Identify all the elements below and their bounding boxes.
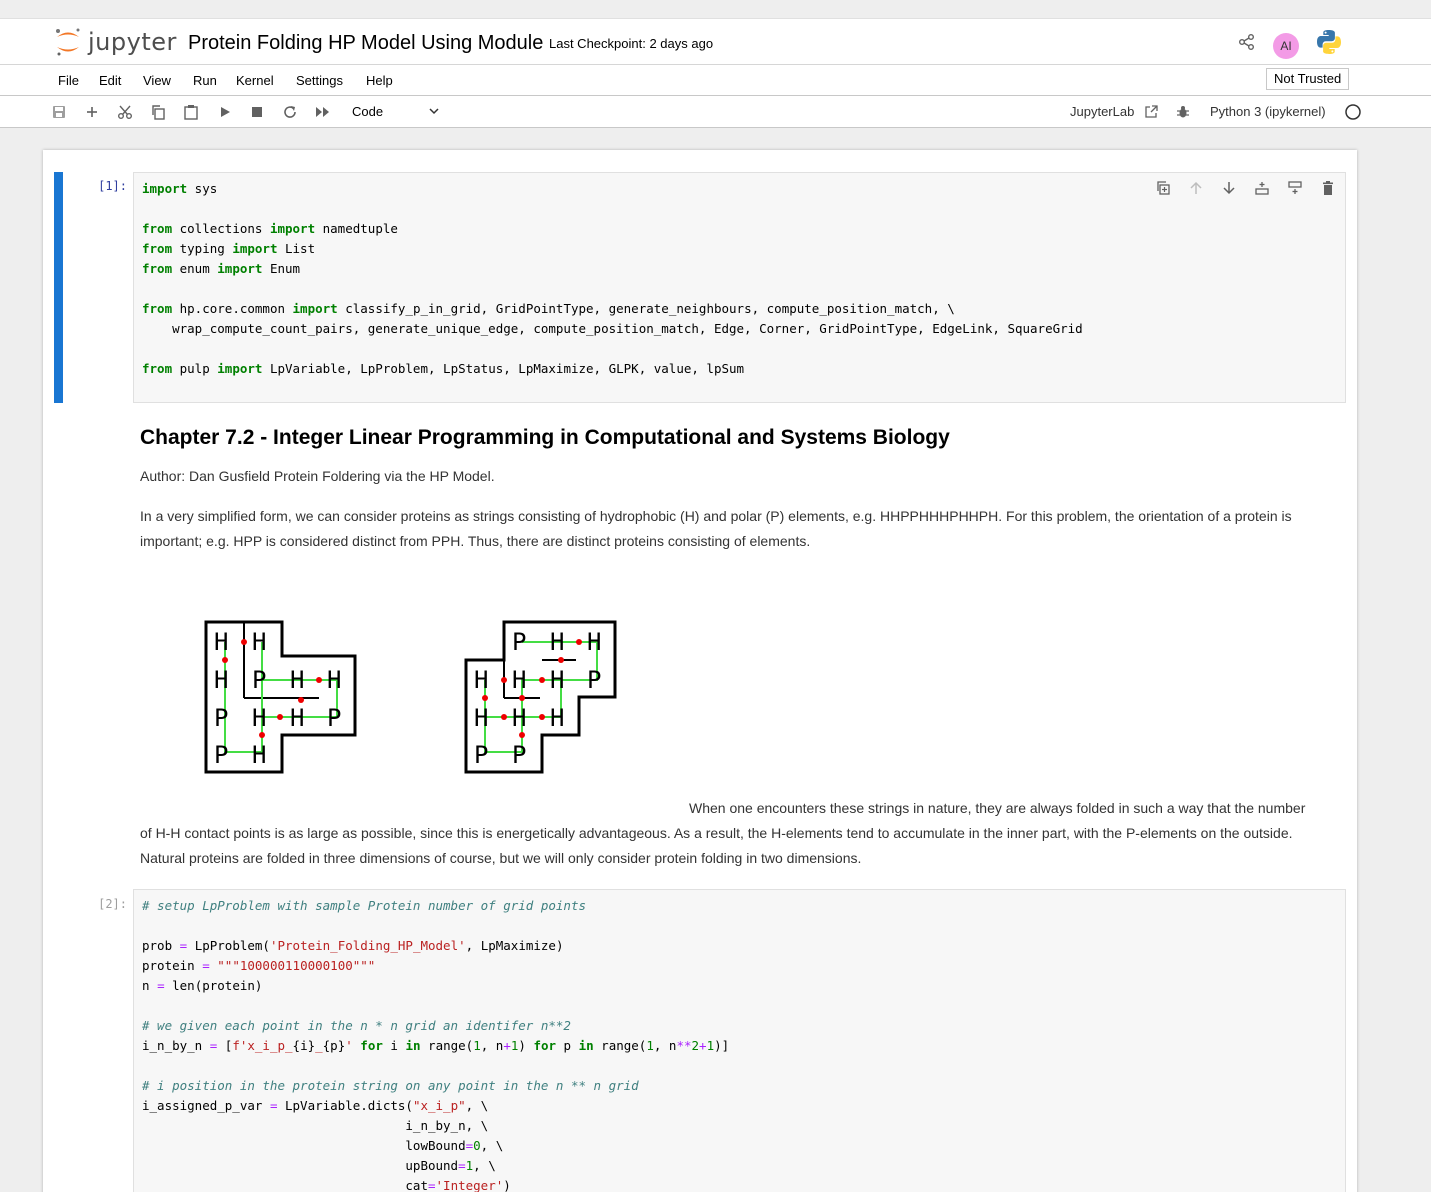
markdown-cell[interactable]: Chapter 7.2 - Integer Linear Programming… — [140, 426, 1330, 866]
code-cell-1-source: import sys from collections import named… — [142, 181, 1083, 376]
jupyterlab-link[interactable]: JupyterLab — [1070, 104, 1134, 119]
svg-text:H: H — [252, 704, 266, 732]
cell-2-prompt: [2]: — [98, 897, 127, 911]
svg-text:H: H — [252, 628, 266, 656]
code-cell-2-source: # setup LpProblem with sample Protein nu… — [142, 898, 730, 1192]
svg-text:P: P — [214, 704, 228, 732]
svg-text:H: H — [587, 628, 601, 656]
kernel-name[interactable]: Python 3 (ipykernel) — [1210, 104, 1326, 119]
user-avatar[interactable]: AI — [1273, 33, 1299, 59]
cell-action-toolbar — [1154, 179, 1337, 197]
svg-text:H: H — [290, 704, 304, 732]
insert-above-icon[interactable] — [1253, 179, 1271, 197]
stop-icon[interactable] — [248, 103, 266, 121]
svg-text:H: H — [214, 666, 228, 694]
menu-edit[interactable]: Edit — [99, 73, 121, 88]
jupyter-logo[interactable]: jupyter — [54, 27, 177, 57]
menu-help[interactable]: Help — [366, 73, 393, 88]
active-cell-indicator — [54, 172, 63, 403]
folding-paragraph: When one encounters these strings in nat… — [140, 800, 1306, 866]
svg-text:H: H — [512, 666, 526, 694]
share-icon[interactable] — [1238, 33, 1256, 56]
menu-run[interactable]: Run — [193, 73, 217, 88]
author-line: Author: Dan Gusfield Protein Foldering v… — [140, 468, 495, 484]
hp-folding-diagram: HH HPHH PHHP PH PHH HHHP HHH PP — [204, 620, 617, 774]
svg-text:H: H — [252, 741, 266, 769]
top-header: jupyter Protein Folding HP Model Using M… — [0, 18, 1431, 65]
insert-below-icon[interactable] — [1286, 179, 1304, 197]
svg-text:P: P — [512, 628, 526, 656]
svg-text:H: H — [474, 666, 488, 694]
svg-text:P: P — [587, 666, 601, 694]
notebook-title[interactable]: Protein Folding HP Model Using Module — [188, 32, 543, 55]
svg-text:P: P — [512, 741, 526, 769]
menu-settings[interactable]: Settings — [296, 73, 343, 88]
logo-text: jupyter — [88, 28, 177, 56]
notebook-toolbar: Code JupyterLab Python 3 (ipykernel) — [0, 96, 1431, 128]
notebook-panel: [1]: import sys from collections import … — [43, 150, 1357, 1192]
cell-type-value: Code — [352, 104, 384, 119]
menu-bar: File Edit View Run Kernel Settings Help … — [0, 65, 1431, 96]
svg-text:H: H — [214, 628, 228, 656]
debugger-bug-icon[interactable] — [1174, 103, 1192, 121]
menu-view[interactable]: View — [143, 73, 171, 88]
hp-fold-left: HH HPHH PHHP PH — [204, 620, 357, 774]
move-down-icon[interactable] — [1220, 179, 1238, 197]
trust-status-button[interactable]: Not Trusted — [1266, 68, 1350, 90]
duplicate-cell-icon[interactable] — [1154, 179, 1172, 197]
run-icon[interactable] — [216, 103, 234, 121]
delete-cell-icon[interactable] — [1319, 179, 1337, 197]
copy-icon[interactable] — [149, 103, 167, 121]
svg-text:P: P — [252, 666, 266, 694]
cell-type-dropdown[interactable]: Code — [344, 101, 444, 123]
restart-icon[interactable] — [281, 103, 299, 121]
fast-forward-icon[interactable] — [314, 103, 332, 121]
python-logo-icon — [1315, 28, 1343, 61]
cut-icon[interactable] — [116, 103, 134, 121]
svg-text:H: H — [550, 666, 564, 694]
external-link-icon[interactable] — [1142, 103, 1160, 121]
menu-file[interactable]: File — [58, 73, 79, 88]
menu-kernel[interactable]: Kernel — [236, 73, 274, 88]
kernel-status-idle-icon — [1344, 103, 1362, 121]
chevron-down-icon — [428, 105, 440, 120]
jupyter-icon — [56, 28, 80, 56]
svg-text:H: H — [550, 704, 564, 732]
svg-text:P: P — [214, 741, 228, 769]
add-cell-icon[interactable] — [83, 103, 101, 121]
save-icon[interactable] — [50, 103, 68, 121]
svg-text:P: P — [327, 704, 341, 732]
svg-text:H: H — [512, 704, 526, 732]
intro-paragraph: In a very simplified form, we can consid… — [140, 508, 1292, 549]
move-up-icon[interactable] — [1187, 179, 1205, 197]
cell-1-prompt: [1]: — [98, 179, 127, 193]
svg-text:H: H — [327, 666, 341, 694]
svg-text:P: P — [474, 741, 488, 769]
checkpoint-status: Last Checkpoint: 2 days ago — [549, 36, 714, 51]
code-cell-1-editor[interactable]: import sys from collections import named… — [133, 172, 1346, 403]
paste-icon[interactable] — [182, 103, 200, 121]
svg-text:H: H — [474, 704, 488, 732]
hp-fold-right: PHH HHHP HHH PP — [464, 620, 617, 774]
svg-text:H: H — [290, 666, 304, 694]
chapter-heading: Chapter 7.2 - Integer Linear Programming… — [140, 426, 950, 449]
code-cell-2-editor[interactable]: # setup LpProblem with sample Protein nu… — [133, 889, 1346, 1192]
svg-text:H: H — [550, 628, 564, 656]
